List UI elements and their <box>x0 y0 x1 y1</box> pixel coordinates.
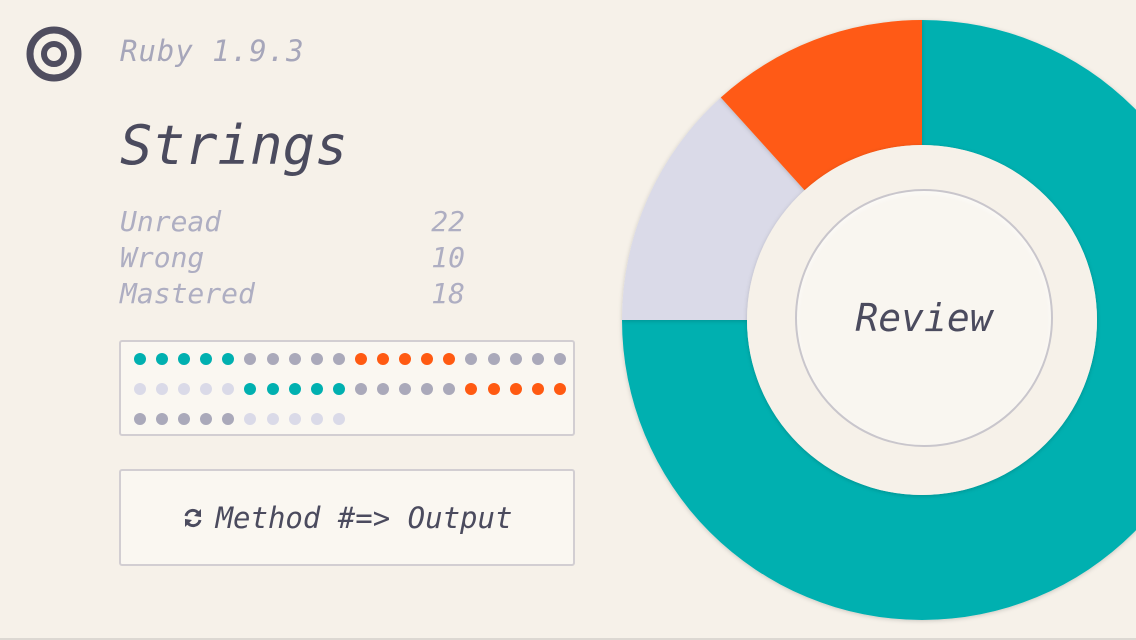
review-button[interactable]: Review <box>795 189 1053 447</box>
review-label: Review <box>855 296 993 340</box>
